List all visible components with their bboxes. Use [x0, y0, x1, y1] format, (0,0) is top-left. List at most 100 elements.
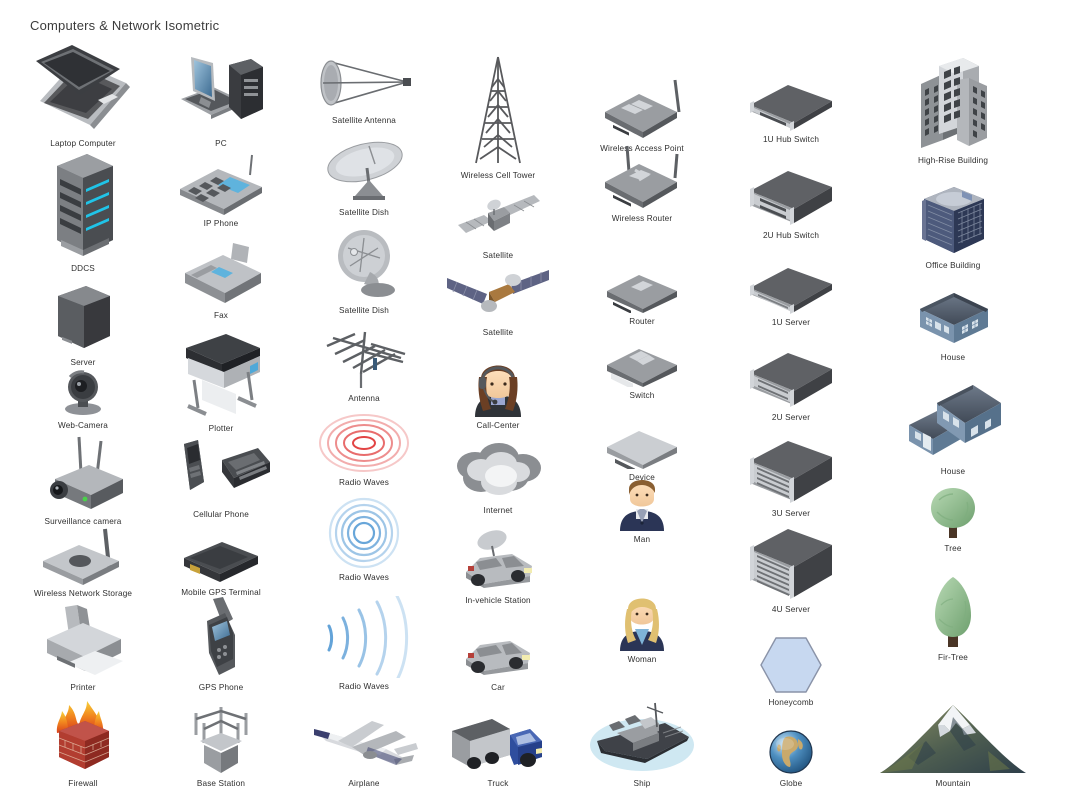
1u-hub-switch-icon [744, 79, 838, 131]
stencil-item-wireless-cell-tower[interactable]: Wireless Cell Tower [443, 55, 553, 180]
stencil-item-wireless-router[interactable]: Wireless Router [587, 144, 697, 223]
stencil-item-wireless-network-storage[interactable]: Wireless Network Storage [28, 523, 138, 598]
stencil-item-pc[interactable]: PC [166, 45, 276, 148]
stencil-item-4u-server[interactable]: 4U Server [736, 523, 846, 614]
stencil-item-mountain[interactable]: Mountain [878, 703, 1028, 788]
stencil-item-ddcs[interactable]: DDCS [28, 148, 138, 273]
stencil-item-fax[interactable]: Fax [166, 241, 276, 320]
stencil-item-radio-waves-red[interactable]: Radio Waves [309, 412, 419, 487]
stencil-item-man[interactable]: Man [587, 475, 697, 544]
stencil-label: Antenna [348, 394, 380, 403]
stencil-item-switch[interactable]: Switch [587, 343, 697, 400]
stencil-item-globe[interactable]: Globe [736, 729, 846, 788]
stencil-item-gps-phone[interactable]: GPS Phone [166, 595, 276, 692]
stencil-item-internet[interactable]: Internet [443, 442, 553, 515]
office-building-icon [914, 181, 992, 257]
stencil-label: Fir-Tree [937, 653, 968, 662]
stencil-label: Satellite Antenna [331, 116, 396, 125]
stencil-item-honeycomb[interactable]: Honeycomb [736, 636, 846, 707]
stencil-item-radio-waves-blue[interactable]: Radio Waves [309, 497, 419, 582]
mountain-icon [878, 703, 1028, 775]
stencil-item-ip-phone[interactable]: IP Phone [166, 153, 276, 228]
car-icon [458, 631, 538, 679]
satellite-1-icon [454, 191, 542, 247]
surveillance-camera-icon [35, 435, 131, 513]
stencil-item-2u-hub-switch[interactable]: 2U Hub Switch [736, 165, 846, 240]
stencil-item-fir-tree[interactable]: Fir-Tree [898, 575, 1008, 662]
stencil-label: PC [215, 139, 227, 148]
stencil-item-airplane[interactable]: Airplane [308, 715, 420, 788]
stencil-label: House [940, 353, 966, 362]
stencil-item-mobile-gps-terminal[interactable]: Mobile GPS Terminal [166, 536, 276, 597]
stencil-item-satellite-2[interactable]: Satellite [443, 264, 553, 337]
wireless-router-icon [599, 144, 685, 210]
stencil-item-2u-server[interactable]: 2U Server [736, 347, 846, 422]
stencil-item-satellite-antenna[interactable]: Satellite Antenna [309, 56, 419, 125]
stencil-label: Mountain [935, 779, 971, 788]
stencil-item-printer[interactable]: Printer [28, 603, 138, 692]
stencil-item-cellular-phone[interactable]: Cellular Phone [166, 438, 276, 519]
stencil-item-house-2[interactable]: House [898, 381, 1008, 476]
stencil-label: Tree [944, 544, 962, 553]
stencil-item-house-1[interactable]: House [898, 279, 1008, 362]
fir-tree-icon [929, 575, 977, 649]
stencil-label: Ship [633, 779, 651, 788]
stencil-item-truck[interactable]: Truck [443, 715, 553, 788]
stencil-item-base-station[interactable]: Base Station [166, 697, 276, 788]
stencil-item-web-camera[interactable]: Web-Camera [28, 367, 138, 430]
stencil-label: Laptop Computer [50, 139, 116, 148]
stencil-item-high-rise-building[interactable]: High-Rise Building [898, 56, 1008, 165]
cellular-phone-icon [166, 438, 276, 506]
3u-server-icon [744, 435, 838, 505]
stencil-item-call-center[interactable]: Call-Center [443, 355, 553, 430]
stencil-item-radio-waves-arc[interactable]: Radio Waves [309, 596, 419, 691]
stencil-item-3u-server[interactable]: 3U Server [736, 435, 846, 518]
stencil-item-surveillance-camera[interactable]: Surveillance camera [28, 435, 138, 526]
1u-server-icon [744, 262, 838, 314]
house-1-icon [910, 279, 996, 349]
stencil-item-tree[interactable]: Tree [898, 484, 1008, 553]
stencil-label: Satellite [482, 251, 514, 260]
stencil-label: 1U Hub Switch [762, 135, 820, 144]
stencil-item-satellite-1[interactable]: Satellite [443, 191, 553, 260]
stencil-item-satellite-dish-2[interactable]: Satellite Dish [309, 228, 419, 315]
stencil-label: Truck [487, 779, 509, 788]
stencil-label: 2U Hub Switch [762, 231, 820, 240]
stencil-item-ship[interactable]: Ship [587, 697, 697, 788]
airplane-icon [308, 715, 420, 775]
stencil-item-satellite-dish-1[interactable]: Satellite Dish [309, 138, 419, 217]
stencil-label: Globe [779, 779, 803, 788]
router-icon [603, 269, 681, 313]
stencil-item-router[interactable]: Router [587, 269, 697, 326]
stencil-label: Office Building [925, 261, 981, 270]
stencil-label: 2U Server [771, 413, 811, 422]
page-title: Computers & Network Isometric [30, 18, 220, 33]
stencil-item-woman[interactable]: Woman [587, 593, 697, 664]
fax-icon [175, 241, 267, 307]
stencil-item-1u-server[interactable]: 1U Server [736, 262, 846, 327]
laptop-computer-icon [28, 43, 138, 135]
stencil-label: In-vehicle Station [465, 596, 531, 605]
firewall-icon [43, 697, 123, 775]
stencil-item-device[interactable]: Device [587, 427, 697, 482]
stencil-label: Plotter [208, 424, 234, 433]
stencil-item-plotter[interactable]: Plotter [166, 328, 276, 433]
stencil-item-server[interactable]: Server [28, 282, 138, 367]
ip-phone-icon [174, 153, 268, 215]
web-camera-icon [56, 367, 110, 417]
stencil-item-wireless-access-point[interactable]: Wireless Access Point [587, 78, 697, 153]
man-icon [618, 475, 666, 531]
stencil-label: Satellite [482, 328, 514, 337]
house-2-icon [901, 381, 1005, 463]
stencil-label: Honeycomb [768, 698, 814, 707]
stencil-item-antenna[interactable]: Antenna [309, 324, 419, 403]
stencil-item-car[interactable]: Car [443, 631, 553, 692]
stencil-item-office-building[interactable]: Office Building [898, 181, 1008, 270]
stencil-item-1u-hub-switch[interactable]: 1U Hub Switch [736, 79, 846, 144]
satellite-antenna-icon [311, 56, 417, 112]
stencil-item-laptop-computer[interactable]: Laptop Computer [28, 43, 138, 148]
stencil-item-firewall[interactable]: Firewall [28, 697, 138, 788]
tree-icon [927, 484, 979, 540]
stencil-item-in-vehicle-station[interactable]: In-vehicle Station [443, 528, 553, 605]
call-center-icon [467, 355, 529, 417]
